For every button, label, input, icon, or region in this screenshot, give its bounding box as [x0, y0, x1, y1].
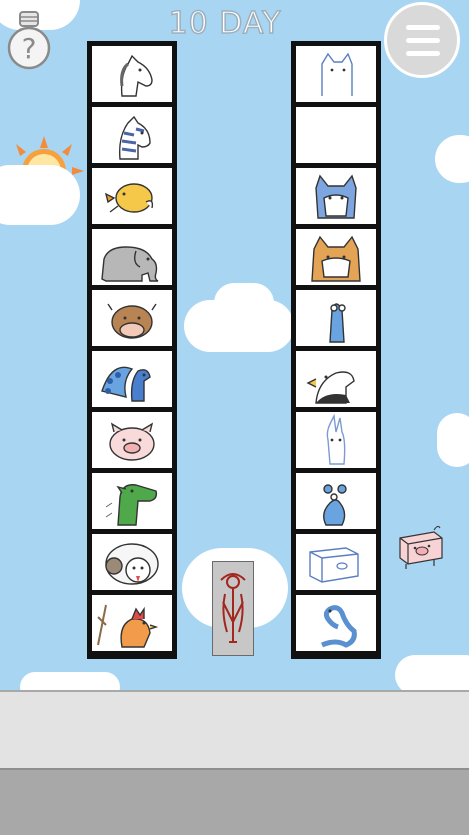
cow-icon: [107, 303, 157, 339]
right-cell-snake[interactable]: [296, 595, 376, 651]
right-cell-empty[interactable]: [296, 107, 376, 163]
left-cell-zebra[interactable]: [92, 107, 172, 163]
left-cell-horse[interactable]: [92, 46, 172, 102]
left-cell-chick[interactable]: [92, 168, 172, 224]
husky-icon: [315, 174, 357, 219]
peacock-icon: [101, 366, 151, 402]
zebra-icon: [118, 115, 151, 160]
cloud: [0, 165, 80, 225]
day-counter: 10 DAY: [168, 5, 282, 42]
cat-icon: [321, 52, 353, 96]
hint-button[interactable]: ?: [6, 10, 52, 72]
cloud: [214, 283, 274, 323]
rabbit-icon: [326, 413, 346, 465]
blue-creature-icon: [329, 303, 346, 343]
right-cell-eagle[interactable]: [296, 351, 376, 407]
game-stage: 10 DAY ?: [0, 0, 469, 835]
pig-box-item[interactable]: [394, 524, 446, 570]
pig-box-icon: [399, 525, 443, 569]
left-cell-crocodile[interactable]: [92, 473, 172, 529]
red-emblem-panel[interactable]: [212, 561, 254, 656]
red-emblem-icon: [220, 573, 246, 643]
left-cell-cow[interactable]: [92, 290, 172, 346]
ground-lower: [0, 768, 469, 835]
right-cell-shiba-dog[interactable]: [296, 229, 376, 285]
empty-icon: [296, 107, 376, 163]
animal-column-right: [291, 41, 381, 659]
sheep-icon: [105, 543, 159, 585]
svg-text:?: ?: [22, 32, 37, 65]
right-cell-blue-creature[interactable]: [296, 290, 376, 346]
pig-icon: [109, 422, 155, 461]
left-cell-peacock[interactable]: [92, 351, 172, 407]
snake-icon: [321, 605, 357, 648]
pig-box-icon: [309, 547, 359, 583]
left-cell-elephant[interactable]: [92, 229, 172, 285]
left-cell-rooster[interactable]: [92, 595, 172, 651]
right-cell-husky[interactable]: [296, 168, 376, 224]
crocodile-icon: [105, 484, 158, 526]
chick-icon: [104, 183, 154, 213]
ground-upper: [0, 690, 469, 768]
right-cell-pig-box[interactable]: [296, 534, 376, 590]
elephant-icon: [101, 246, 159, 282]
lightbulb-question-icon: ?: [7, 11, 51, 70]
animal-column-left: [87, 41, 177, 659]
eagle-icon: [306, 371, 355, 404]
shiba-dog-icon: [311, 235, 361, 282]
left-cell-pig[interactable]: [92, 412, 172, 468]
alien-creature-icon: [323, 484, 347, 526]
cloud: [437, 413, 469, 467]
right-cell-rabbit[interactable]: [296, 412, 376, 468]
rooster-icon: [97, 604, 159, 648]
left-cell-sheep[interactable]: [92, 534, 172, 590]
menu-button[interactable]: [384, 2, 460, 78]
horse-icon: [120, 54, 153, 97]
right-cell-alien-creature[interactable]: [296, 473, 376, 529]
right-cell-cat[interactable]: [296, 46, 376, 102]
cloud: [395, 655, 469, 695]
